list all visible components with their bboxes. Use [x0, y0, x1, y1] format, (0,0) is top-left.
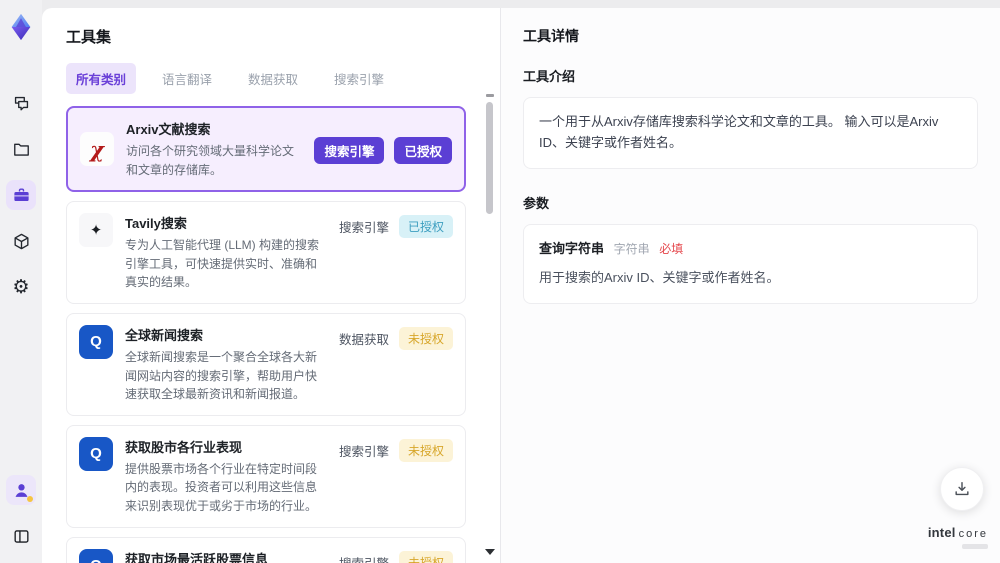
tool-list-panel: 工具集 所有类别 语言翻译 数据获取 搜索引擎 χ Arxiv文献搜索 访问各个… — [42, 8, 500, 563]
app-logo-icon[interactable] — [6, 12, 36, 42]
tool-text: Arxiv文献搜索 访问各个研究领域大量科学论文和文章的存储库。 — [126, 119, 302, 179]
tool-status-badge: 未授权 — [398, 438, 453, 462]
user-status-dot — [27, 496, 33, 502]
page-title: 工具集 — [66, 29, 112, 46]
tool-row[interactable]: Q 获取股市各行业表现 提供股票市场各个行业在特定时间段内的表现。投资者可以利用… — [66, 424, 466, 528]
tool-icon: ✦ — [79, 213, 113, 248]
scrollbar-up-arrow-icon[interactable] — [486, 94, 494, 97]
scrollbar-down-arrow-icon[interactable] — [485, 549, 495, 555]
tool-description: 提供股票市场各个行业在特定时间段内的表现。投资者可以利用这些信息来识别表现优于或… — [125, 461, 318, 513]
tool-text: Tavily搜索 专为人工智能代理 (LLM) 构建的搜索引擎工具，可快速提供实… — [125, 213, 327, 292]
tool-row[interactable]: Q 全球新闻搜索 全球新闻搜索是一个聚合全球各大新闻网站内容的搜索引擎，帮助用户… — [66, 312, 466, 416]
param-header: 查询字符串 字符串 必填 — [539, 239, 962, 260]
tool-icon: Q — [79, 324, 113, 359]
tool-category-badge: 搜索引擎 — [338, 444, 389, 459]
tool-category-badge: 搜索引擎 — [314, 136, 385, 164]
download-button[interactable] — [940, 467, 984, 511]
tool-name: 获取股市各行业表现 — [125, 439, 243, 455]
tool-badges: 搜索引擎 已授权 — [314, 136, 452, 164]
tool-badges: 搜索引擎 未授权 — [339, 550, 453, 563]
tool-row[interactable]: χ Arxiv文献搜索 访问各个研究领域大量科学论文和文章的存储库。 搜索引擎 … — [66, 106, 466, 193]
tool-description: 全球新闻搜索是一个聚合全球各大新闻网站内容的搜索引擎，帮助用户快速获取全球最新资… — [125, 349, 318, 402]
app-window: ⚙ 工具集 所有类别 语言翻译 数据获取 搜索引擎 χ Arxiv文献搜索 访问… — [0, 0, 1000, 563]
param-required-badge: 必填 — [659, 241, 684, 256]
tool-category-badge: 搜索引擎 — [339, 553, 389, 563]
sidebar-panel-icon[interactable] — [6, 521, 36, 551]
tool-category-badge: 数据获取 — [338, 332, 389, 347]
core-logo-text: core — [958, 528, 988, 540]
param-description: 用于搜索的Arxiv ID、关键字或作者姓名。 — [539, 270, 780, 286]
list-scrollbar[interactable] — [484, 92, 496, 555]
tool-description: 专为人工智能代理 (LLM) 构建的搜索引擎工具，可快速提供实时、准确和真实的结… — [125, 238, 320, 290]
folder-icon[interactable] — [6, 134, 36, 164]
tool-icon: χ — [80, 132, 114, 167]
tool-list: χ Arxiv文献搜索 访问各个研究领域大量科学论文和文章的存储库。 搜索引擎 … — [66, 106, 480, 563]
toolbox-icon[interactable] — [6, 180, 36, 210]
category-tab-bar: 所有类别 语言翻译 数据获取 搜索引擎 — [66, 63, 480, 94]
icon-rail: ⚙ — [0, 0, 42, 563]
tool-status-badge: 未授权 — [398, 550, 453, 563]
tool-status-badge: 已授权 — [398, 215, 453, 239]
category-tab[interactable]: 所有类别 — [66, 63, 137, 94]
category-tab[interactable]: 语言翻译 — [152, 63, 222, 94]
intel-core-logo: intel core — [928, 524, 988, 549]
param-name: 查询字符串 — [539, 240, 605, 256]
intro-box: 一个用于从Arxiv存储库搜索科学论文和文章的工具。 输入可以是Arxiv ID… — [523, 97, 978, 169]
main-content: 工具集 所有类别 语言翻译 数据获取 搜索引擎 χ Arxiv文献搜索 访问各个… — [42, 8, 1000, 563]
category-tab[interactable]: 数据获取 — [238, 63, 308, 94]
tool-description: 访问各个研究领域大量科学论文和文章的存储库。 — [126, 144, 295, 177]
tool-name: 全球新闻搜索 — [125, 327, 204, 343]
tool-name: Tavily搜索 — [125, 216, 187, 232]
intel-logo-text: intel — [927, 525, 956, 540]
tool-badges: 搜索引擎 已授权 — [338, 215, 453, 239]
intel-logo-subline — [962, 544, 988, 549]
tool-category-badge: 搜索引擎 — [338, 221, 389, 236]
param-type: 字符串 — [613, 241, 650, 256]
tool-icon: Q — [79, 436, 113, 471]
tool-text: 全球新闻搜索 全球新闻搜索是一个聚合全球各大新闻网站内容的搜索引擎，帮助用户快速… — [125, 325, 327, 404]
param-box: 查询字符串 字符串 必填 用于搜索的Arxiv ID、关键字或作者姓名。 — [523, 223, 978, 305]
tool-status-badge: 已授权 — [394, 136, 452, 164]
tool-text: 获取市场最活跃股票信息 提供当天交易量最高的股票列表，投资者可以利用这些信息来识… — [125, 549, 327, 563]
scrollbar-thumb[interactable] — [486, 102, 493, 214]
tool-name: Arxiv文献搜索 — [126, 122, 211, 137]
cube-icon[interactable] — [6, 226, 36, 256]
settings-gear-icon[interactable]: ⚙ — [6, 272, 36, 302]
detail-title: 工具详情 — [523, 28, 579, 44]
tool-name: 获取市场最活跃股票信息 — [125, 551, 269, 563]
tool-text: 获取股市各行业表现 提供股票市场各个行业在特定时间段内的表现。投资者可以利用这些… — [125, 437, 327, 516]
tool-badges: 搜索引擎 未授权 — [338, 438, 453, 462]
tool-badges: 数据获取 未授权 — [338, 326, 453, 350]
tool-icon: Q — [79, 548, 113, 563]
tool-row[interactable]: ✦ Tavily搜索 专为人工智能代理 (LLM) 构建的搜索引擎工具，可快速提… — [66, 201, 466, 304]
tool-detail-panel: 工具详情 工具介绍 一个用于从Arxiv存储库搜索科学论文和文章的工具。 输入可… — [500, 8, 1000, 563]
chat-icon[interactable] — [6, 88, 36, 118]
tool-status-badge: 未授权 — [398, 326, 453, 350]
tool-row[interactable]: Q 获取市场最活跃股票信息 提供当天交易量最高的股票列表，投资者可以利用这些信息… — [66, 536, 466, 563]
category-tab[interactable]: 搜索引擎 — [324, 63, 394, 94]
params-heading: 参数 — [523, 195, 550, 211]
intro-heading: 工具介绍 — [523, 69, 576, 84]
user-profile-icon[interactable] — [6, 475, 36, 505]
